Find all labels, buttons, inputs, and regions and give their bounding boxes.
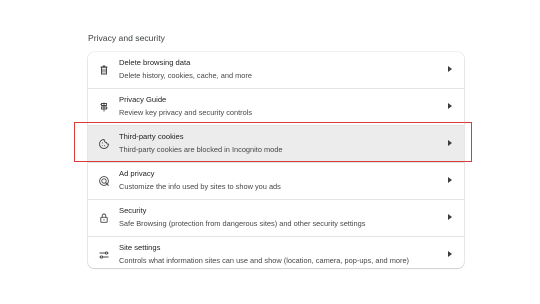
row-subtitle: Delete history, cookies, cache, and more [119,71,252,80]
row-security[interactable]: Security Safe Browsing (protection from … [88,200,464,236]
row-subtitle: Safe Browsing (protection from dangerous… [119,219,366,228]
row-title: Third-party cookies [119,132,184,141]
row-title: Privacy Guide [119,95,167,104]
trash-icon [98,64,110,76]
row-ad-privacy[interactable]: Ad privacy Customize the info used by si… [88,163,464,199]
chevron-right-icon[interactable] [448,251,452,257]
row-subtitle: Customize the info used by sites to show… [119,182,281,191]
row-subtitle: Controls what information sites can use … [119,256,410,265]
section-title: Privacy and security [88,33,165,43]
chevron-right-icon[interactable] [448,66,452,72]
ad-privacy-icon [98,175,110,187]
row-delete-browsing-data[interactable]: Delete browsing data Delete history, coo… [88,52,464,88]
row-title: Delete browsing data [119,58,191,67]
lock-icon [98,212,110,224]
row-subtitle: Review key privacy and security controls [119,108,253,117]
row-title: Ad privacy [119,169,155,178]
privacy-security-card: Delete browsing data Delete history, coo… [88,52,464,268]
cookie-icon [98,138,110,150]
row-privacy-guide[interactable]: Privacy Guide Review key privacy and sec… [88,89,464,125]
chevron-right-icon[interactable] [448,140,452,146]
chevron-right-icon[interactable] [448,177,452,183]
row-site-settings[interactable]: Site settings Controls what information … [88,237,464,268]
row-title: Site settings [119,243,161,252]
row-subtitle: Third-party cookies are blocked in Incog… [119,145,283,154]
site-settings-icon [98,249,110,261]
chevron-right-icon[interactable] [448,103,452,109]
row-third-party-cookies[interactable]: Third-party cookies Third-party cookies … [88,126,464,162]
privacy-guide-icon [98,101,110,113]
chevron-right-icon[interactable] [448,214,452,220]
row-title: Security [119,206,147,215]
